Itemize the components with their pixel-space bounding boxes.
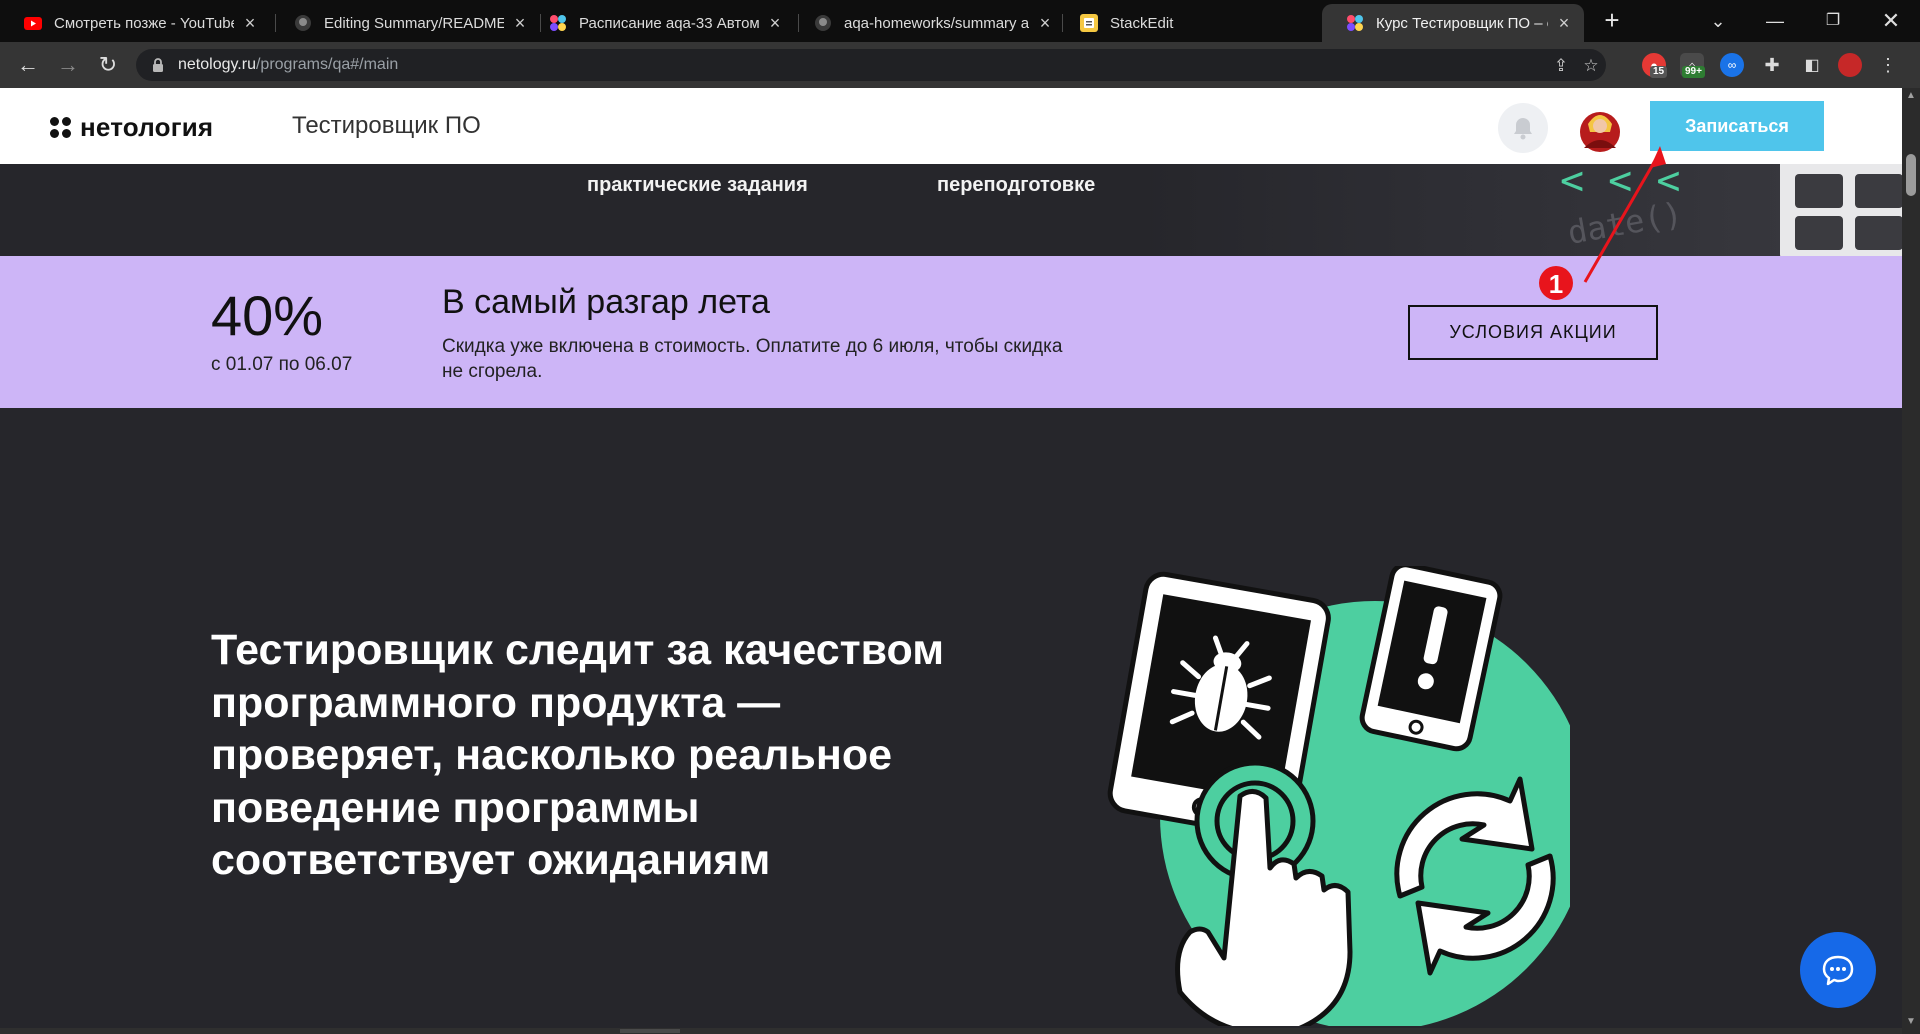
browser-toolbar: ← → ↻ netology.ru/programs/qa#/main ⇪ ☆ … [0, 42, 1920, 88]
tab-github-editing[interactable]: Editing Summary/README.md × [270, 4, 540, 42]
reload-icon[interactable]: ↻ [94, 51, 122, 79]
user-avatar[interactable] [1574, 102, 1626, 154]
tab-course-active[interactable]: Курс Тестировщик ПО – обучение × [1322, 4, 1584, 42]
netology-icon [1346, 14, 1364, 32]
logo-mark-icon [50, 116, 72, 139]
minimize-icon[interactable]: — [1760, 6, 1790, 36]
new-tab-button[interactable]: + [1598, 6, 1626, 34]
tab-title: Расписание aqa-33 Автоматизация [579, 14, 759, 32]
menu-kebab-icon[interactable]: ⋮ [1876, 53, 1900, 77]
share-icon[interactable]: ⇪ [1550, 55, 1572, 77]
promo-title: В самый разгар лета [442, 283, 770, 321]
promo-terms-button[interactable]: УСЛОВИЯ АКЦИИ [1408, 305, 1658, 360]
stackedit-icon [1080, 14, 1098, 32]
promo-discount: 40% [211, 284, 324, 347]
github-icon [294, 14, 312, 32]
address-bar[interactable]: netology.ru/programs/qa#/main ⇪ ☆ [136, 49, 1606, 81]
hero-feature-text: практические задания [587, 174, 808, 196]
tab-stackedit[interactable]: StackEdit [1056, 4, 1322, 42]
chat-bubble-icon [1822, 955, 1854, 986]
youtube-icon [24, 14, 42, 32]
enroll-button[interactable]: Записаться [1650, 101, 1824, 151]
promo-dates: с 01.07 по 06.07 [211, 354, 353, 375]
scroll-thumb[interactable] [620, 1029, 680, 1033]
github-icon [814, 14, 832, 32]
hero-feature-text: переподготовке [937, 174, 1096, 196]
browser-tab-strip: Смотреть позже - YouTube × Editing Summa… [0, 0, 1920, 42]
bell-icon [1514, 118, 1532, 140]
notifications-button[interactable] [1498, 103, 1548, 153]
scroll-up-icon[interactable]: ▲ [1905, 90, 1917, 104]
promo-banner: 40% с 01.07 по 06.07 В самый разгар лета… [0, 256, 1902, 408]
hero-section: практические задания переподготовке < < … [0, 164, 1902, 256]
promo-description: Скидка уже включена в стоимость. Оплатит… [442, 336, 1063, 382]
main-section: Тестировщик следит за качеством программ… [0, 408, 1902, 1034]
scroll-down-icon[interactable]: ▼ [1905, 1016, 1917, 1030]
bookmark-star-icon[interactable]: ☆ [1580, 55, 1602, 77]
extension-infinity-icon[interactable]: ∞ [1720, 53, 1744, 77]
tab-youtube[interactable]: Смотреть позже - YouTube × [0, 4, 270, 42]
extension-badge: 99+ [1682, 66, 1705, 78]
tester-illustration [1107, 566, 1570, 1026]
tab-title: Editing Summary/README.md [324, 14, 504, 32]
tab-github-summary[interactable]: aqa-homeworks/summary at × [790, 4, 1065, 42]
back-arrow-icon[interactable]: ← [14, 51, 42, 79]
tab-title: Смотреть позже - YouTube [54, 14, 234, 32]
restore-icon[interactable]: ❐ [1818, 6, 1848, 36]
main-headline: Тестировщик следит за качеством программ… [211, 626, 945, 884]
tab-title: StackEdit [1110, 14, 1174, 32]
netology-icon [549, 14, 567, 32]
close-window-icon[interactable]: ✕ [1876, 6, 1906, 36]
horizontal-scrollbar[interactable] [0, 1028, 1902, 1034]
profile-avatar-icon[interactable] [1838, 53, 1862, 77]
extension-badge: 15 [1650, 66, 1668, 78]
tab-search-icon[interactable]: ⌄ [1703, 6, 1733, 36]
tab-title: Курс Тестировщик ПО – обучение [1376, 14, 1548, 32]
tab-title: aqa-homeworks/summary at [844, 14, 1029, 32]
forward-arrow-icon[interactable]: → [54, 51, 82, 79]
scroll-thumb[interactable] [1906, 154, 1916, 196]
extension-icon[interactable]: ⌂ 99+ [1680, 53, 1705, 78]
tab-schedule[interactable]: Расписание aqa-33 Автоматизация × [525, 4, 795, 42]
close-icon[interactable]: × [767, 13, 783, 34]
lock-icon [153, 58, 163, 72]
extensions-puzzle-icon[interactable]: ✚ [1760, 53, 1784, 77]
close-icon[interactable]: × [242, 13, 258, 34]
site-header: нетология Тестировщик ПО Записаться [0, 88, 1902, 164]
logo-text: нетология [80, 112, 214, 142]
url-text: netology.ru/programs/qa#/main [178, 56, 399, 73]
close-icon[interactable]: × [1556, 13, 1572, 34]
extension-adblock-icon[interactable]: ● 15 [1642, 53, 1668, 78]
support-chat-button[interactable] [1800, 932, 1876, 1008]
course-title: Тестировщик ПО [292, 112, 481, 139]
close-icon[interactable]: × [1037, 13, 1053, 34]
hero-keyboard-image: < < < date() [1140, 164, 1902, 256]
vertical-scrollbar[interactable]: ▲ ▼ [1902, 88, 1920, 1034]
side-panel-icon[interactable]: ◧ [1800, 53, 1824, 77]
netology-logo[interactable]: нетология [50, 112, 213, 143]
